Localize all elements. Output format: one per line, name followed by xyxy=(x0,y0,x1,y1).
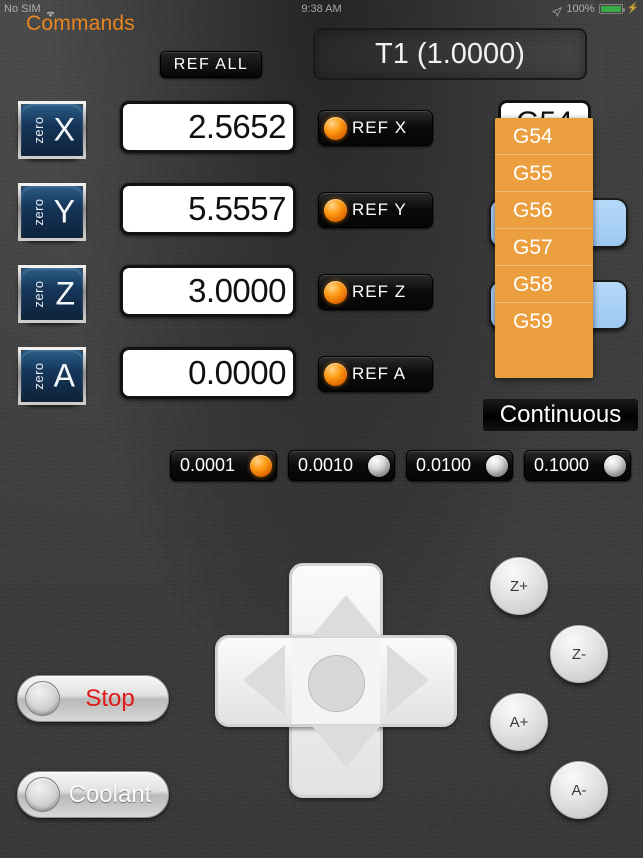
picker-option-g54[interactable]: G54 xyxy=(495,118,593,155)
lightning-bolt-icon: ⚡ xyxy=(626,3,639,14)
step-button-0010[interactable]: 0.0010 xyxy=(288,450,395,481)
step-label: 0.0001 xyxy=(180,455,236,475)
jog-dpad[interactable] xyxy=(215,563,457,798)
zero-label: zero xyxy=(31,280,47,308)
ref-led-z xyxy=(324,280,347,304)
picker-option-g55[interactable]: G55 xyxy=(495,155,593,192)
triangle-down-icon[interactable] xyxy=(311,725,381,767)
step-button-0100[interactable]: 0.0100 xyxy=(406,450,513,481)
zero-button-a[interactable]: zero A xyxy=(18,347,86,405)
coolant-button[interactable]: Coolant xyxy=(17,771,169,818)
zero-button-x[interactable]: zero X xyxy=(18,101,86,159)
ref-button-z[interactable]: REF Z xyxy=(318,274,433,310)
triangle-left-icon[interactable] xyxy=(243,645,285,715)
ref-label-z: REF Z xyxy=(352,282,407,301)
step-label: 0.0010 xyxy=(298,455,354,475)
coolant-label: Coolant xyxy=(68,780,152,808)
jog-button-z-minus[interactable]: Z- xyxy=(550,625,608,683)
step-button-1000[interactable]: 0.1000 xyxy=(524,450,631,481)
jog-mode-label[interactable]: Continuous xyxy=(483,399,638,431)
step-led xyxy=(604,454,626,477)
ref-label-a: REF A xyxy=(352,364,407,383)
stop-label: Stop xyxy=(85,684,135,712)
dro-value-z[interactable]: 3.0000 xyxy=(120,265,296,317)
status-bar-right: 100% ⚡ xyxy=(552,0,639,18)
ref-button-y[interactable]: REF Y xyxy=(318,192,433,228)
ref-led-a xyxy=(324,362,347,386)
jog-button-a-plus[interactable]: A+ xyxy=(490,693,548,751)
ref-button-a[interactable]: REF A xyxy=(318,356,433,392)
axis-letter: X xyxy=(53,111,75,148)
location-arrow-icon xyxy=(552,5,563,18)
battery-percent-label: 100% xyxy=(566,3,595,15)
coolant-indicator-icon xyxy=(25,777,60,812)
step-led xyxy=(250,454,272,477)
step-led xyxy=(486,454,508,477)
step-button-0001[interactable]: 0.0001 xyxy=(170,450,277,481)
triangle-right-icon[interactable] xyxy=(387,645,429,715)
ref-all-button[interactable]: REF ALL xyxy=(160,51,262,78)
page-title: Commands xyxy=(26,12,135,35)
jog-button-z-plus[interactable]: Z+ xyxy=(490,557,548,615)
battery-full-icon xyxy=(598,4,625,14)
axis-letter: A xyxy=(53,357,75,394)
ref-button-x[interactable]: REF X xyxy=(318,110,433,146)
stop-button[interactable]: Stop xyxy=(17,675,169,722)
picker-option-g59[interactable]: G59 xyxy=(495,303,593,340)
ref-label-y: REF Y xyxy=(352,200,407,219)
ref-led-y xyxy=(324,198,347,222)
ref-led-x xyxy=(324,116,347,140)
ref-label-x: REF X xyxy=(352,118,408,137)
picker-option-g56[interactable]: G56 xyxy=(495,192,593,229)
triangle-up-icon[interactable] xyxy=(311,595,381,637)
zero-button-y[interactable]: zero Y xyxy=(18,183,86,241)
zero-label: zero xyxy=(31,116,47,144)
app-background: No SIM 9:38 AM 100% ⚡ Commands REF ALL T… xyxy=(0,0,643,858)
zero-label: zero xyxy=(31,198,47,226)
step-led xyxy=(368,454,390,477)
zero-button-z[interactable]: zero Z xyxy=(18,265,86,323)
step-label: 0.1000 xyxy=(534,455,590,475)
zero-label: zero xyxy=(31,362,47,390)
dpad-center-button[interactable] xyxy=(308,655,365,712)
dro-value-x[interactable]: 2.5652 xyxy=(120,101,296,153)
dro-value-a[interactable]: 0.0000 xyxy=(120,347,296,399)
work-offset-picker[interactable]: G54 G55 G56 G57 G58 G59 xyxy=(495,118,593,378)
stop-indicator-icon xyxy=(25,681,60,716)
picker-option-g57[interactable]: G57 xyxy=(495,229,593,266)
step-label: 0.0100 xyxy=(416,455,472,475)
axis-letter: Z xyxy=(55,275,75,312)
tool-display[interactable]: T1 (1.0000) xyxy=(313,28,587,80)
axis-letter: Y xyxy=(53,193,75,230)
jog-button-a-minus[interactable]: A- xyxy=(550,761,608,819)
picker-option-g58[interactable]: G58 xyxy=(495,266,593,303)
dro-value-y[interactable]: 5.5557 xyxy=(120,183,296,235)
